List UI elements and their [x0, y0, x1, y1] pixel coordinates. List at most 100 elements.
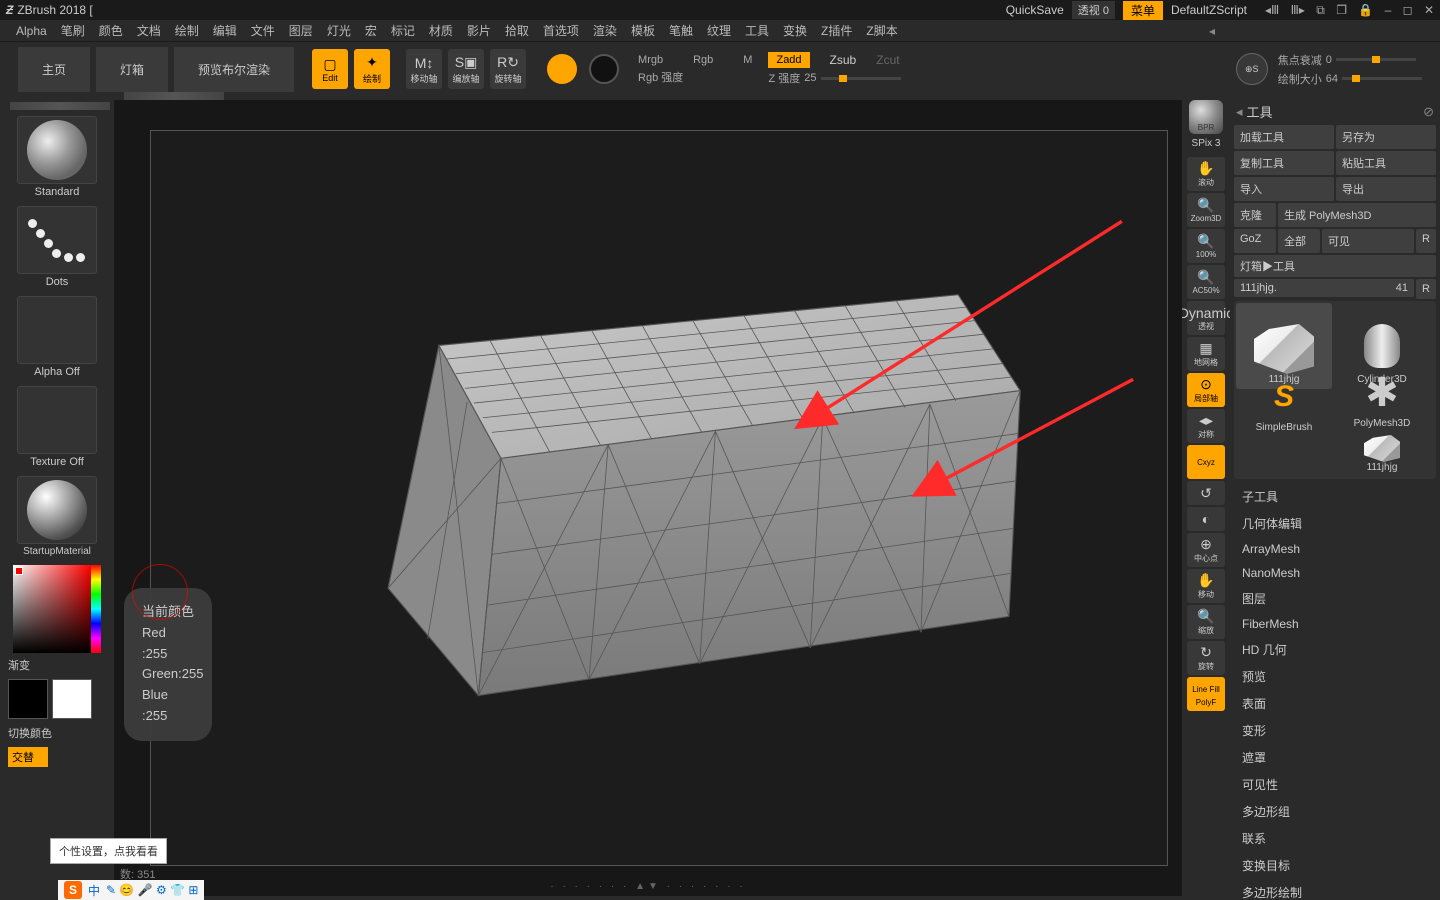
- menu-movie[interactable]: 影片: [467, 22, 491, 39]
- move-gizmo-button[interactable]: M↕移动轴: [406, 49, 442, 89]
- goz-all-button[interactable]: 全部: [1278, 229, 1320, 253]
- menu-transform[interactable]: 变换: [783, 22, 807, 39]
- menu-file[interactable]: 文件: [251, 22, 275, 39]
- viewport[interactable]: · · · · · · · ▲▼ · · · · · · ·: [114, 100, 1182, 896]
- brush-selector[interactable]: Standard: [12, 116, 102, 204]
- section-masking[interactable]: 遮罩: [1234, 744, 1436, 771]
- tool-item-duplicate[interactable]: 111jhjg: [1334, 435, 1430, 477]
- polyframe-button[interactable]: Line FillPolyF: [1187, 677, 1225, 711]
- viewport-scrollgrip[interactable]: [124, 92, 224, 100]
- symmetry-button[interactable]: ◂▸对称: [1187, 409, 1225, 443]
- swap-color-button[interactable]: 切换颜色: [4, 725, 110, 741]
- ime-taskbar[interactable]: S 中 ✎ 😊 🎤 ⚙ 👕 ⊞: [58, 880, 204, 900]
- menu-alpha[interactable]: Alpha: [16, 24, 47, 38]
- panel-arrow-icon[interactable]: ◂: [1236, 104, 1243, 120]
- window-icon[interactable]: ⧉: [1316, 3, 1325, 17]
- menu-brush[interactable]: 笔刷: [61, 22, 85, 39]
- section-visibility[interactable]: 可见性: [1234, 771, 1436, 798]
- menu-button[interactable]: 菜单: [1123, 1, 1163, 20]
- hue-slider[interactable]: [91, 565, 101, 653]
- tool-r-button[interactable]: R: [1416, 279, 1436, 299]
- zadd-toggle[interactable]: Zadd: [768, 52, 809, 68]
- mesh-cube[interactable]: [151, 131, 1167, 808]
- menu-render[interactable]: 渲染: [593, 22, 617, 39]
- bpr-button[interactable]: BPR: [1189, 100, 1223, 134]
- menu-marker[interactable]: 标记: [391, 22, 415, 39]
- forward-icon[interactable]: Ⅲ▸: [1291, 3, 1305, 17]
- gradient-label[interactable]: 渐变: [4, 657, 110, 673]
- left-scrollgrip[interactable]: [10, 102, 110, 110]
- focal-shift-slider[interactable]: [1336, 58, 1416, 61]
- ime-lang[interactable]: 中: [88, 882, 100, 899]
- lock-icon[interactable]: 🔒: [1358, 3, 1373, 17]
- edit-button[interactable]: ▢Edit: [312, 49, 348, 89]
- material-selector[interactable]: StartupMaterial: [12, 476, 102, 563]
- live-boolean-tab[interactable]: 预览布尔渲染: [174, 47, 294, 92]
- export-button[interactable]: 导出: [1336, 177, 1436, 201]
- mrgb-toggle[interactable]: Mrgb: [638, 54, 663, 66]
- section-layers[interactable]: 图层: [1234, 585, 1436, 612]
- perspective-slider[interactable]: 透视 0: [1072, 1, 1115, 19]
- section-polygroups[interactable]: 多边形组: [1234, 798, 1436, 825]
- menu-material[interactable]: 材质: [429, 22, 453, 39]
- section-contact[interactable]: 联系: [1234, 825, 1436, 852]
- local-transform-button[interactable]: ⊙局部轴: [1187, 373, 1225, 407]
- tool-count-slider[interactable]: 111jhjg.41: [1234, 279, 1414, 297]
- menu-texture[interactable]: 纹理: [707, 22, 731, 39]
- tool-item-simplebrush[interactable]: SSimpleBrush: [1236, 391, 1332, 437]
- scroll-button[interactable]: ✋滚动: [1187, 157, 1225, 191]
- default-zscript-button[interactable]: DefaultZScript: [1171, 3, 1247, 17]
- maximize-icon[interactable]: ◻: [1403, 3, 1413, 17]
- rotate-gizmo-button[interactable]: R↻旋转轴: [490, 49, 526, 89]
- zoom-button[interactable]: 🔍缩放: [1187, 605, 1225, 639]
- lightbox-tab[interactable]: 灯箱: [96, 47, 168, 92]
- section-fibermesh[interactable]: FiberMesh: [1234, 612, 1436, 636]
- gyro-icon[interactable]: ⊕S: [1236, 53, 1268, 85]
- transp-button[interactable]: ◐: [1187, 507, 1225, 531]
- menu-light[interactable]: 灯光: [327, 22, 351, 39]
- menu-picker[interactable]: 拾取: [505, 22, 529, 39]
- section-geometry[interactable]: 几何体编辑: [1234, 510, 1436, 537]
- import-button[interactable]: 导入: [1234, 177, 1334, 201]
- section-hd-geometry[interactable]: HD 几何: [1234, 636, 1436, 663]
- color-marker[interactable]: [15, 567, 23, 575]
- section-arraymesh[interactable]: ArrayMesh: [1234, 537, 1436, 561]
- zcut-toggle[interactable]: Zcut: [876, 53, 899, 67]
- actual-size-button[interactable]: 🔍100%: [1187, 229, 1225, 263]
- menu-stroke[interactable]: 笔触: [669, 22, 693, 39]
- menu-preferences[interactable]: 首选项: [543, 22, 579, 39]
- quicksave-button[interactable]: QuickSave: [1006, 3, 1064, 17]
- xyz-button[interactable]: Cxyz: [1187, 445, 1225, 479]
- draw-button[interactable]: ✦绘制: [354, 49, 390, 89]
- section-polypaint[interactable]: 多边形绘制: [1234, 879, 1436, 900]
- menu-draw[interactable]: 绘制: [175, 22, 199, 39]
- texture-selector[interactable]: Texture Off: [12, 386, 102, 474]
- goz-button[interactable]: GoZ: [1234, 229, 1276, 253]
- menu-zplugin[interactable]: Z插件: [821, 22, 852, 39]
- m-toggle[interactable]: M: [743, 54, 752, 66]
- section-morph-target[interactable]: 变换目标: [1234, 852, 1436, 879]
- move-button[interactable]: ✋移动: [1187, 569, 1225, 603]
- scale-gizmo-button[interactable]: S▣编放轴: [448, 49, 484, 89]
- swatch-black[interactable]: [8, 679, 48, 719]
- lasso-button[interactable]: ↺: [1187, 481, 1225, 505]
- load-tool-button[interactable]: 加载工具: [1234, 125, 1334, 149]
- dynamic-persp-button[interactable]: Dynamic透视: [1187, 301, 1225, 335]
- alternate-button[interactable]: 交替: [8, 747, 48, 767]
- swatch-white[interactable]: [52, 679, 92, 719]
- menu-document[interactable]: 文档: [137, 22, 161, 39]
- viewport-timeline[interactable]: · · · · · · · ▲▼ · · · · · · ·: [550, 881, 745, 892]
- menu-edit[interactable]: 编辑: [213, 22, 237, 39]
- section-subtool[interactable]: 子工具: [1234, 483, 1436, 510]
- z-intensity-slider[interactable]: [821, 77, 901, 80]
- menu-tool[interactable]: 工具: [745, 22, 769, 39]
- clone-button[interactable]: 克隆: [1234, 203, 1276, 227]
- section-deformation[interactable]: 变形: [1234, 717, 1436, 744]
- sogou-icon[interactable]: S: [64, 881, 82, 899]
- panel-collapse-icon[interactable]: ◂: [1209, 24, 1215, 38]
- goz-r-button[interactable]: R: [1416, 229, 1436, 253]
- menu-macro[interactable]: 宏: [365, 22, 377, 39]
- sphere-dark-icon[interactable]: [589, 54, 619, 84]
- minimize-icon[interactable]: –: [1385, 3, 1392, 17]
- goz-visible-button[interactable]: 可见: [1322, 229, 1414, 253]
